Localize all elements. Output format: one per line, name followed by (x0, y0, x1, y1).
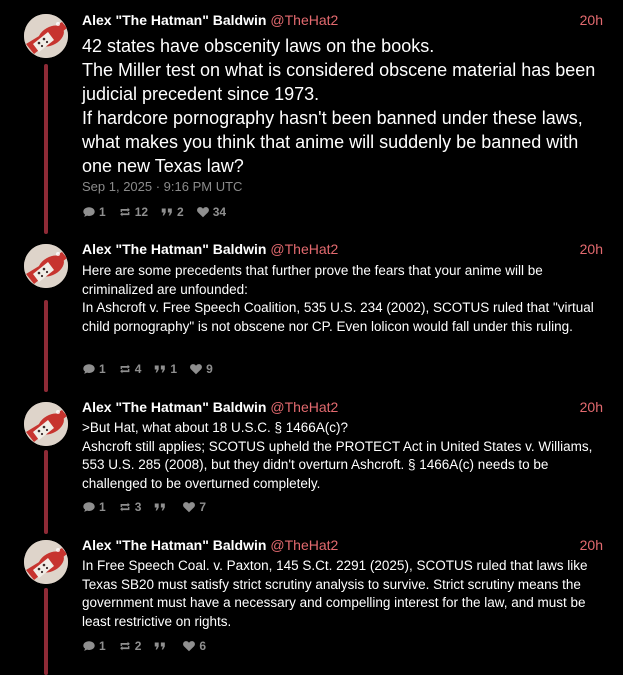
repost-button[interactable]: 4 (118, 362, 142, 376)
quote-marks-icon (160, 205, 174, 219)
repost-arrows-icon (118, 639, 132, 653)
speech-bubble-icon (82, 205, 96, 219)
quote-marks-icon (153, 500, 167, 514)
reply-button[interactable]: 1 (82, 205, 106, 219)
like-button[interactable]: 7 (182, 500, 206, 514)
repost-count: 4 (134, 362, 142, 376)
heart-icon (182, 500, 196, 514)
post-time[interactable]: 20h (580, 241, 603, 257)
post-header: Alex "The Hatman" Baldwin @TheHat2 20h (82, 399, 603, 419)
reply-count: 1 (99, 205, 106, 219)
author-handle[interactable]: @TheHat2 (270, 399, 338, 415)
red-hat-avatar (24, 244, 68, 288)
post-actions: 1 12 2 34 (82, 204, 238, 220)
quote-button[interactable]: 2 (160, 205, 184, 219)
heart-icon (189, 362, 203, 376)
like-count: 9 (206, 362, 213, 376)
like-count: 34 (212, 205, 227, 219)
heart-icon (182, 639, 196, 653)
post-actions: 1 4 1 9 (82, 361, 225, 377)
quote-marks-icon (153, 362, 167, 376)
post-header: Alex "The Hatman" Baldwin @TheHat2 20h (82, 12, 603, 32)
quote-button[interactable]: 1 (153, 362, 177, 376)
reply-button[interactable]: 1 (82, 639, 106, 653)
post-time[interactable]: 20h (580, 537, 603, 553)
reply-count: 1 (99, 500, 106, 514)
post[interactable]: Alex "The Hatman" Baldwin @TheHat2 20h He… (0, 234, 623, 384)
author-name[interactable]: Alex "The Hatman" Baldwin (82, 537, 266, 553)
post[interactable]: Alex "The Hatman" Baldwin @TheHat2 20h In… (0, 530, 623, 675)
post-date[interactable]: Sep 1, 2025 · 9:16 PM UTC (82, 179, 242, 194)
repost-arrows-icon (118, 205, 132, 219)
quote-button[interactable] (153, 500, 170, 514)
repost-count: 12 (134, 205, 149, 219)
reply-count: 1 (99, 362, 106, 376)
avatar[interactable] (24, 14, 68, 58)
post[interactable]: Alex "The Hatman" Baldwin @TheHat2 20h 42… (0, 0, 623, 230)
repost-arrows-icon (118, 500, 132, 514)
speech-bubble-icon (82, 639, 96, 653)
speech-bubble-icon (82, 500, 96, 514)
post-text: In Free Speech Coal. v. Paxton, 145 S.Ct… (82, 558, 588, 629)
post-text: >But Hat, what about 18 U.S.C. § 1466A(c… (82, 420, 593, 491)
speech-bubble-icon (82, 362, 96, 376)
post-time[interactable]: 20h (580, 399, 603, 415)
avatar[interactable] (24, 540, 68, 584)
post-time[interactable]: 20h (580, 12, 603, 28)
repost-arrows-icon (118, 362, 132, 376)
author-name[interactable]: Alex "The Hatman" Baldwin (82, 399, 266, 415)
heart-icon (196, 205, 210, 219)
post-header: Alex "The Hatman" Baldwin @TheHat2 20h (82, 537, 603, 557)
author-name[interactable]: Alex "The Hatman" Baldwin (82, 241, 266, 257)
quote-count: 1 (170, 362, 178, 376)
like-button[interactable]: 6 (182, 639, 206, 653)
post-header: Alex "The Hatman" Baldwin @TheHat2 20h (82, 241, 603, 261)
like-count: 6 (199, 639, 207, 653)
avatar[interactable] (24, 244, 68, 288)
red-hat-avatar (24, 540, 68, 584)
like-button[interactable]: 34 (196, 205, 226, 219)
quote-count: 2 (177, 205, 184, 219)
red-hat-avatar (24, 14, 68, 58)
reply-button[interactable]: 1 (82, 362, 106, 376)
author-handle[interactable]: @TheHat2 (270, 537, 338, 553)
red-hat-avatar (24, 402, 68, 446)
post-text: Here are some precedents that further pr… (82, 263, 594, 334)
repost-button[interactable]: 3 (118, 500, 142, 514)
quote-marks-icon (153, 639, 167, 653)
reply-button[interactable]: 1 (82, 500, 106, 514)
post[interactable]: Alex "The Hatman" Baldwin @TheHat2 20h >B… (0, 392, 623, 528)
post-actions: 1 2 6 (82, 638, 218, 654)
author-handle[interactable]: @TheHat2 (270, 12, 338, 28)
avatar[interactable] (24, 402, 68, 446)
repost-count: 3 (134, 500, 142, 514)
author-name[interactable]: Alex "The Hatman" Baldwin (82, 12, 266, 28)
author-handle[interactable]: @TheHat2 (270, 241, 338, 257)
repost-count: 2 (134, 639, 142, 653)
repost-button[interactable]: 2 (118, 639, 142, 653)
post-actions: 1 3 7 (82, 499, 218, 515)
like-button[interactable]: 9 (189, 362, 213, 376)
reply-count: 1 (99, 639, 106, 653)
repost-button[interactable]: 12 (118, 205, 148, 219)
like-count: 7 (199, 500, 207, 514)
post-text: 42 states have obscenity laws on the boo… (82, 36, 596, 176)
quote-button[interactable] (153, 639, 170, 653)
